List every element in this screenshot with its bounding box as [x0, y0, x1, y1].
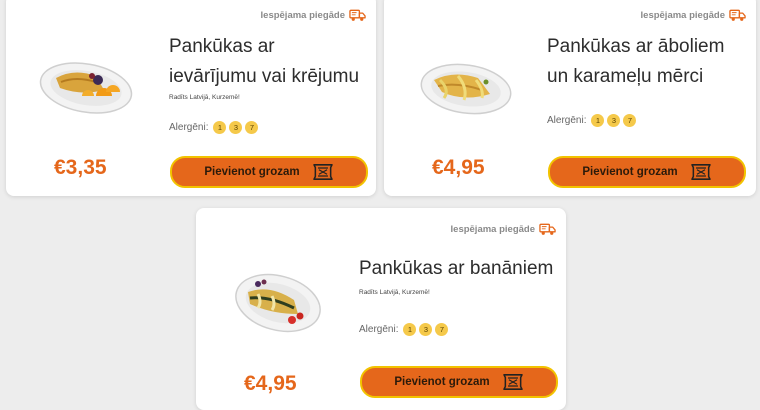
product-title: Pankūkas ar ievārījumu vai krējumu	[169, 32, 373, 92]
allergen-badge: 1	[403, 323, 417, 336]
product-title-line: ievārījumu vai krējumu	[169, 66, 360, 87]
product-card: Iespējama piegāde Pankūkas ar āboliem un…	[384, 0, 756, 196]
product-card: Iespējama piegāde Pankūkas ar banāniem R…	[196, 208, 566, 410]
delivery-badge: Iespējama piegāde	[261, 8, 366, 22]
add-to-cart-label: Pievienot grozam	[204, 166, 300, 178]
allergen-badge: 3	[229, 121, 243, 134]
product-title-line: un karameļu mērci	[547, 66, 704, 87]
product-origin: Radīts Latvijā, Kurzemē!	[359, 289, 430, 296]
add-to-cart-label: Pievienot grozam	[582, 166, 678, 178]
product-photo	[420, 63, 512, 115]
allergen-badge: 7	[245, 121, 259, 134]
delivery-label: Iespējama piegāde	[640, 9, 725, 21]
allergen-list: Alergēni: 1 3 7	[547, 114, 637, 127]
allergen-badge: 7	[623, 114, 637, 127]
allergen-badge: 3	[419, 323, 433, 336]
delivery-label: Iespējama piegāde	[450, 223, 535, 235]
product-title: Pankūkas ar banāniem	[359, 254, 563, 284]
allergen-label: Alergēni:	[547, 115, 587, 126]
product-price: €4,95	[432, 156, 485, 179]
product-title-line: Pankūkas ar	[169, 36, 275, 57]
delivery-truck-icon	[539, 222, 556, 236]
add-to-cart-button[interactable]: Pievienot grozam	[170, 156, 368, 188]
product-origin: Radīts Latvijā, Kurzemē!	[169, 94, 240, 101]
cart-icon	[690, 163, 712, 181]
allergen-badge: 3	[607, 114, 621, 127]
allergen-badge: 1	[213, 121, 227, 134]
delivery-truck-icon	[349, 8, 366, 22]
allergen-badge: 1	[591, 114, 605, 127]
add-to-cart-button[interactable]: Pievienot grozam	[548, 156, 746, 188]
product-title-line: Pankūkas ar āboliem	[547, 36, 725, 57]
add-to-cart-label: Pievienot grozam	[394, 376, 490, 388]
product-price: €4,95	[244, 372, 297, 395]
allergen-label: Alergēni:	[359, 324, 399, 335]
delivery-truck-icon	[729, 8, 746, 22]
cart-icon	[502, 373, 524, 391]
product-price: €3,35	[54, 156, 107, 179]
product-card: Iespējama piegāde Pankūkas ar ievārījumu…	[6, 0, 376, 196]
product-photo	[235, 273, 321, 333]
allergen-badge: 7	[435, 323, 449, 336]
product-title-line: Pankūkas ar banāniem	[359, 258, 554, 279]
add-to-cart-button[interactable]: Pievienot grozam	[360, 366, 558, 398]
delivery-badge: Iespējama piegāde	[641, 8, 746, 22]
delivery-badge: Iespējama piegāde	[451, 222, 556, 236]
allergen-list: Alergēni: 1 3 7	[169, 121, 259, 134]
allergen-label: Alergēni:	[169, 122, 209, 133]
cart-icon	[312, 163, 334, 181]
product-title: Pankūkas ar āboliem un karameļu mērci	[547, 32, 751, 92]
delivery-label: Iespējama piegāde	[260, 9, 345, 21]
product-photo	[39, 62, 133, 114]
allergen-list: Alergēni: 1 3 7	[359, 323, 449, 336]
